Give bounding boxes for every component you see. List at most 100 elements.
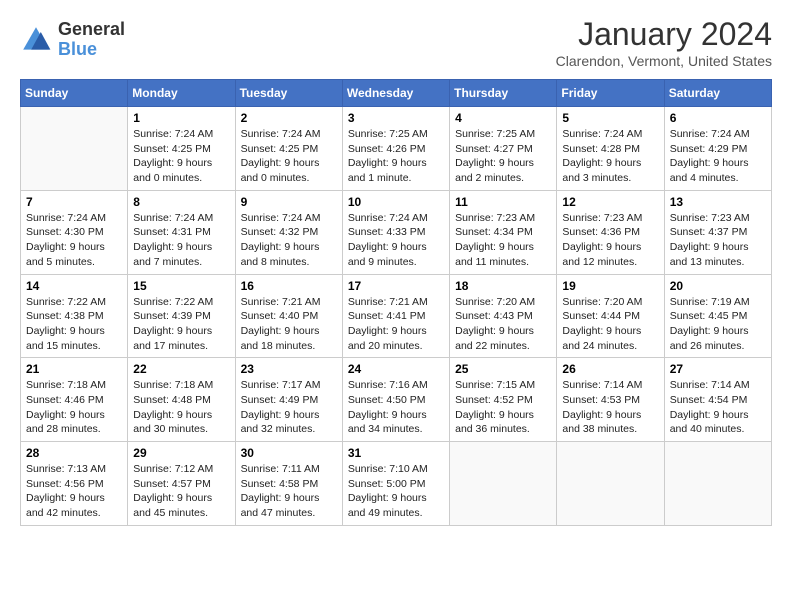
week-row-4: 21 Sunrise: 7:18 AMSunset: 4:46 PMDayligh… bbox=[21, 358, 772, 442]
day-number: 11 bbox=[455, 195, 551, 209]
cell-content: Sunrise: 7:15 AMSunset: 4:52 PMDaylight:… bbox=[455, 378, 551, 437]
day-number: 15 bbox=[133, 279, 229, 293]
day-number: 1 bbox=[133, 111, 229, 125]
day-number: 2 bbox=[241, 111, 337, 125]
cell-2-1: 15Sunrise: 7:22 AMSunset: 4:39 PMDayligh… bbox=[128, 274, 235, 358]
day-number: 3 bbox=[348, 111, 444, 125]
day-number: 7 bbox=[26, 195, 122, 209]
title-area: January 2024 Clarendon, Vermont, United … bbox=[556, 16, 772, 69]
cell-content: Sunrise: 7:24 AMSunset: 4:25 PMDaylight:… bbox=[241, 127, 337, 186]
cell-0-4: 4Sunrise: 7:25 AMSunset: 4:27 PMDaylight… bbox=[450, 107, 557, 191]
logo-general: General bbox=[58, 19, 125, 39]
cell-content: Sunrise: 7:24 AMSunset: 4:29 PMDaylight:… bbox=[670, 127, 766, 186]
day-number: 27 bbox=[670, 362, 766, 376]
cell-content: Sunrise: 7:10 AMSunset: 5:00 PMDaylight:… bbox=[348, 462, 444, 521]
cell-content: Sunrise: 7:17 AMSunset: 4:49 PMDaylight:… bbox=[241, 378, 337, 437]
cell-2-5: 19Sunrise: 7:20 AMSunset: 4:44 PMDayligh… bbox=[557, 274, 664, 358]
cell-4-0: 28 Sunrise: 7:13 AMSunset: 4:56 PMDayligh… bbox=[21, 442, 128, 526]
day-number: 5 bbox=[562, 111, 658, 125]
cell-content: Sunrise: 7:12 AMSunset: 4:57 PMDaylight:… bbox=[133, 462, 229, 521]
day-number: 25 bbox=[455, 362, 551, 376]
cell-0-1: 1 Sunrise: 7:24 AMSunset: 4:25 PMDaylight… bbox=[128, 107, 235, 191]
cell-content: Sunrise: 7:11 AMSunset: 4:58 PMDaylight:… bbox=[241, 462, 337, 521]
cell-0-2: 2 Sunrise: 7:24 AMSunset: 4:25 PMDaylight… bbox=[235, 107, 342, 191]
calendar-table: SundayMondayTuesdayWednesdayThursdayFrid… bbox=[20, 79, 772, 526]
cell-0-3: 3 Sunrise: 7:25 AMSunset: 4:26 PMDaylight… bbox=[342, 107, 449, 191]
day-number: 6 bbox=[670, 111, 766, 125]
day-number: 9 bbox=[241, 195, 337, 209]
day-number: 12 bbox=[562, 195, 658, 209]
header-monday: Monday bbox=[128, 80, 235, 107]
day-number: 31 bbox=[348, 446, 444, 460]
week-row-5: 28 Sunrise: 7:13 AMSunset: 4:56 PMDayligh… bbox=[21, 442, 772, 526]
cell-content: Sunrise: 7:25 AMSunset: 4:26 PMDaylight:… bbox=[348, 127, 444, 186]
cell-3-3: 24Sunrise: 7:16 AMSunset: 4:50 PMDayligh… bbox=[342, 358, 449, 442]
day-number: 17 bbox=[348, 279, 444, 293]
day-number: 13 bbox=[670, 195, 766, 209]
cell-content: Sunrise: 7:22 AMSunset: 4:38 PMDaylight:… bbox=[26, 295, 122, 354]
cell-content: Sunrise: 7:24 AMSunset: 4:32 PMDaylight:… bbox=[241, 211, 337, 270]
day-number: 20 bbox=[670, 279, 766, 293]
day-number: 26 bbox=[562, 362, 658, 376]
cell-1-4: 11 Sunrise: 7:23 AMSunset: 4:34 PMDayligh… bbox=[450, 190, 557, 274]
cell-content: Sunrise: 7:23 AMSunset: 4:34 PMDaylight:… bbox=[455, 211, 551, 270]
cell-3-2: 23 Sunrise: 7:17 AMSunset: 4:49 PMDayligh… bbox=[235, 358, 342, 442]
day-number: 22 bbox=[133, 362, 229, 376]
cell-content: Sunrise: 7:24 AMSunset: 4:31 PMDaylight:… bbox=[133, 211, 229, 270]
month-title: January 2024 bbox=[556, 16, 772, 53]
cell-2-2: 16 Sunrise: 7:21 AMSunset: 4:40 PMDayligh… bbox=[235, 274, 342, 358]
cell-content: Sunrise: 7:24 AMSunset: 4:33 PMDaylight:… bbox=[348, 211, 444, 270]
cell-1-6: 13Sunrise: 7:23 AMSunset: 4:37 PMDayligh… bbox=[664, 190, 771, 274]
cell-content: Sunrise: 7:21 AMSunset: 4:40 PMDaylight:… bbox=[241, 295, 337, 354]
header-wednesday: Wednesday bbox=[342, 80, 449, 107]
logo-icon bbox=[20, 24, 52, 56]
cell-content: Sunrise: 7:21 AMSunset: 4:41 PMDaylight:… bbox=[348, 295, 444, 354]
page-header: General Blue January 2024 Clarendon, Ver… bbox=[20, 16, 772, 69]
header-saturday: Saturday bbox=[664, 80, 771, 107]
header-thursday: Thursday bbox=[450, 80, 557, 107]
cell-4-5 bbox=[557, 442, 664, 526]
cell-content: Sunrise: 7:24 AMSunset: 4:28 PMDaylight:… bbox=[562, 127, 658, 186]
cell-0-0 bbox=[21, 107, 128, 191]
cell-4-4 bbox=[450, 442, 557, 526]
week-row-2: 7Sunrise: 7:24 AMSunset: 4:30 PMDaylight… bbox=[21, 190, 772, 274]
cell-content: Sunrise: 7:24 AMSunset: 4:25 PMDaylight:… bbox=[133, 127, 229, 186]
cell-content: Sunrise: 7:14 AMSunset: 4:54 PMDaylight:… bbox=[670, 378, 766, 437]
cell-4-6 bbox=[664, 442, 771, 526]
cell-3-5: 26Sunrise: 7:14 AMSunset: 4:53 PMDayligh… bbox=[557, 358, 664, 442]
cell-1-1: 8 Sunrise: 7:24 AMSunset: 4:31 PMDaylight… bbox=[128, 190, 235, 274]
cell-1-5: 12 Sunrise: 7:23 AMSunset: 4:36 PMDayligh… bbox=[557, 190, 664, 274]
day-number: 16 bbox=[241, 279, 337, 293]
day-number: 21 bbox=[26, 362, 122, 376]
cell-2-0: 14 Sunrise: 7:22 AMSunset: 4:38 PMDayligh… bbox=[21, 274, 128, 358]
cell-1-2: 9 Sunrise: 7:24 AMSunset: 4:32 PMDaylight… bbox=[235, 190, 342, 274]
cell-2-4: 18Sunrise: 7:20 AMSunset: 4:43 PMDayligh… bbox=[450, 274, 557, 358]
cell-content: Sunrise: 7:20 AMSunset: 4:44 PMDaylight:… bbox=[562, 295, 658, 354]
header-sunday: Sunday bbox=[21, 80, 128, 107]
day-number: 30 bbox=[241, 446, 337, 460]
cell-content: Sunrise: 7:19 AMSunset: 4:45 PMDaylight:… bbox=[670, 295, 766, 354]
cell-3-4: 25 Sunrise: 7:15 AMSunset: 4:52 PMDayligh… bbox=[450, 358, 557, 442]
cell-4-1: 29 Sunrise: 7:12 AMSunset: 4:57 PMDayligh… bbox=[128, 442, 235, 526]
day-number: 23 bbox=[241, 362, 337, 376]
cell-4-3: 31 Sunrise: 7:10 AMSunset: 5:00 PMDayligh… bbox=[342, 442, 449, 526]
week-row-3: 14 Sunrise: 7:22 AMSunset: 4:38 PMDayligh… bbox=[21, 274, 772, 358]
day-number: 29 bbox=[133, 446, 229, 460]
location: Clarendon, Vermont, United States bbox=[556, 53, 772, 69]
week-row-1: 1 Sunrise: 7:24 AMSunset: 4:25 PMDaylight… bbox=[21, 107, 772, 191]
cell-content: Sunrise: 7:16 AMSunset: 4:50 PMDaylight:… bbox=[348, 378, 444, 437]
cell-2-3: 17 Sunrise: 7:21 AMSunset: 4:41 PMDayligh… bbox=[342, 274, 449, 358]
day-number: 14 bbox=[26, 279, 122, 293]
cell-content: Sunrise: 7:18 AMSunset: 4:48 PMDaylight:… bbox=[133, 378, 229, 437]
cell-3-1: 22 Sunrise: 7:18 AMSunset: 4:48 PMDayligh… bbox=[128, 358, 235, 442]
logo: General Blue bbox=[20, 20, 125, 60]
cell-0-5: 5 Sunrise: 7:24 AMSunset: 4:28 PMDaylight… bbox=[557, 107, 664, 191]
header-tuesday: Tuesday bbox=[235, 80, 342, 107]
cell-content: Sunrise: 7:23 AMSunset: 4:36 PMDaylight:… bbox=[562, 211, 658, 270]
cell-3-0: 21 Sunrise: 7:18 AMSunset: 4:46 PMDayligh… bbox=[21, 358, 128, 442]
cell-content: Sunrise: 7:20 AMSunset: 4:43 PMDaylight:… bbox=[455, 295, 551, 354]
cell-content: Sunrise: 7:13 AMSunset: 4:56 PMDaylight:… bbox=[26, 462, 122, 521]
day-number: 28 bbox=[26, 446, 122, 460]
cell-content: Sunrise: 7:18 AMSunset: 4:46 PMDaylight:… bbox=[26, 378, 122, 437]
day-number: 8 bbox=[133, 195, 229, 209]
